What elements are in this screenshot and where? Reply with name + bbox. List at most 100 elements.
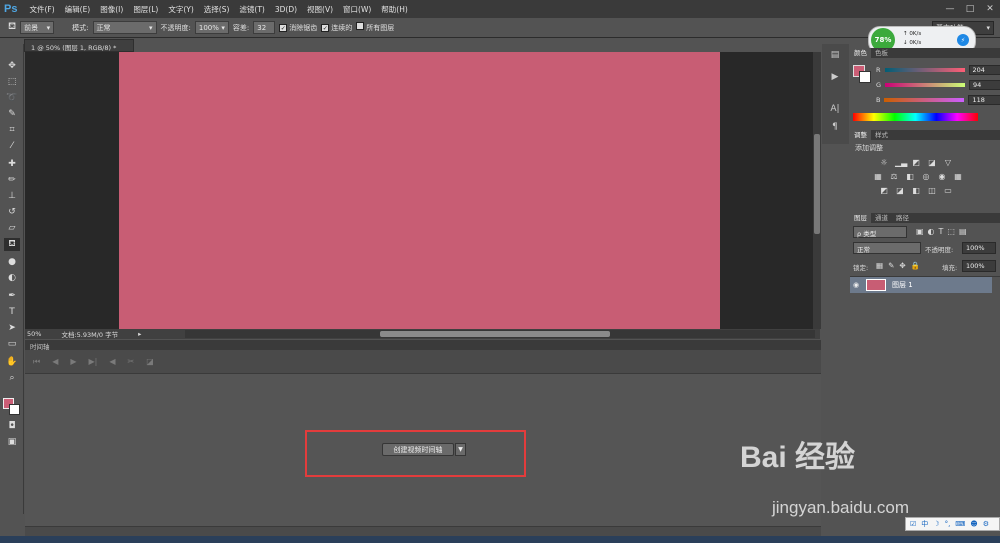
play-icon[interactable]: ▶ <box>70 357 76 366</box>
vertical-scrollbar[interactable] <box>813 52 821 329</box>
hue-saturation-icon[interactable]: ▦ <box>873 172 883 182</box>
tab-layers[interactable]: 图层 <box>850 213 871 223</box>
g-slider[interactable]: G 94 <box>876 80 1000 90</box>
brush-tool-icon[interactable]: ✏ <box>4 174 20 187</box>
marquee-tool-icon[interactable]: ⬚ <box>4 76 20 89</box>
invert-icon[interactable]: ◩ <box>879 186 889 196</box>
document-tab[interactable]: 1 @ 50% (图层 1, RGB/8) * <box>24 39 134 52</box>
curves-icon[interactable]: ◩ <box>911 158 921 168</box>
menu-help[interactable]: 帮助(H) <box>376 4 413 15</box>
threshold-icon[interactable]: ◧ <box>911 186 921 196</box>
tab-adjustments[interactable]: 调整 <box>850 130 871 140</box>
crop-tool-icon[interactable]: ⌗ <box>4 124 20 137</box>
path-select-tool-icon[interactable]: ➤ <box>4 322 20 335</box>
tolerance-input[interactable]: 32 <box>253 21 276 34</box>
layer-name[interactable]: 图层 1 <box>892 280 913 290</box>
layer-kind-filter[interactable]: ρ 类型 <box>853 226 907 238</box>
ime-punct-icon[interactable]: °, <box>945 520 951 528</box>
zoom-level[interactable]: 50% <box>27 330 41 338</box>
exposure-icon[interactable]: ◪ <box>927 158 937 168</box>
selective-color-icon[interactable]: ◫ <box>927 186 937 196</box>
all-layers-checkbox[interactable]: 所有图层 <box>356 22 394 33</box>
layer-opacity-input[interactable]: 100% <box>962 242 996 254</box>
clone-stamp-icon[interactable]: ⊥ <box>4 190 20 203</box>
hand-tool-icon[interactable]: ✋ <box>4 356 20 369</box>
lasso-tool-icon[interactable]: ➰ <box>4 92 20 105</box>
color-balance-icon[interactable]: ⚖ <box>889 172 899 182</box>
visibility-eye-icon[interactable]: ◉ <box>850 281 862 289</box>
g-value[interactable]: 94 <box>969 80 1000 90</box>
photo-filter-icon[interactable]: ◎ <box>921 172 931 182</box>
ime-keyboard-icon[interactable]: ⌨ <box>955 520 965 528</box>
paint-bucket-icon[interactable]: ⛾ <box>8 21 16 34</box>
tab-styles[interactable]: 样式 <box>871 130 892 140</box>
type-tool-icon[interactable]: T <box>4 306 20 319</box>
b-slider[interactable]: B 118 <box>876 95 1000 105</box>
ime-check-icon[interactable]: ☑ <box>910 520 916 528</box>
blend-mode-select[interactable]: 正常 <box>853 242 921 254</box>
menu-filter[interactable]: 滤镜(T) <box>234 4 269 15</box>
history-panel-icon[interactable]: ▤ <box>828 50 842 64</box>
minimize-button[interactable]: — <box>940 0 960 18</box>
color-spectrum[interactable] <box>853 113 978 121</box>
transition-icon[interactable]: ◪ <box>146 357 154 366</box>
maximize-button[interactable]: □ <box>960 0 980 18</box>
menu-file[interactable]: 文件(F) <box>24 4 59 15</box>
tab-paths[interactable]: 路径 <box>892 213 913 223</box>
r-slider[interactable]: R 204 <box>876 65 1000 75</box>
paint-bucket-tool-icon[interactable]: ⛾ <box>4 238 20 251</box>
menu-layer[interactable]: 图层(L) <box>128 4 163 15</box>
gradient-map-icon[interactable]: ▭ <box>943 186 953 196</box>
vibrance-icon[interactable]: ▽ <box>943 158 953 168</box>
history-brush-icon[interactable]: ↺ <box>4 206 20 219</box>
vertical-scroll-thumb[interactable] <box>814 134 820 234</box>
horizontal-scrollbar[interactable] <box>185 330 815 338</box>
horizontal-scroll-thumb[interactable] <box>380 331 610 337</box>
eraser-tool-icon[interactable]: ▱ <box>4 222 20 235</box>
quick-select-tool-icon[interactable]: ✎ <box>4 108 20 121</box>
menu-edit[interactable]: 编辑(E) <box>60 4 96 15</box>
prev-frame-icon[interactable]: ◀ <box>52 357 58 366</box>
black-white-icon[interactable]: ◧ <box>905 172 915 182</box>
tab-channels[interactable]: 通道 <box>871 213 892 223</box>
close-button[interactable]: ✕ <box>980 0 1000 18</box>
shape-tool-icon[interactable]: ▭ <box>4 338 20 351</box>
pen-tool-icon[interactable]: ✒ <box>4 290 20 303</box>
layer-filter-icons[interactable]: ▣◐T⬚▤ <box>916 227 971 236</box>
quick-mask-icon[interactable]: ◘ <box>4 420 20 433</box>
healing-brush-icon[interactable]: ✚ <box>4 158 20 171</box>
screen-mode-icon[interactable]: ▣ <box>4 436 20 449</box>
ime-moon-icon[interactable]: ☽ <box>933 520 939 528</box>
posterize-icon[interactable]: ◪ <box>895 186 905 196</box>
lock-icons[interactable]: ▦✎✥🔒 <box>876 261 925 270</box>
blur-tool-icon[interactable]: ● <box>4 256 20 269</box>
paragraph-panel-icon[interactable]: ¶ <box>828 122 842 136</box>
fill-source-select[interactable]: 前景 ▾ <box>20 21 55 34</box>
status-arrow-icon[interactable]: ▸ <box>138 330 141 338</box>
brightness-icon[interactable]: ☼ <box>879 158 889 168</box>
menu-type[interactable]: 文字(Y) <box>163 4 198 15</box>
character-panel-icon[interactable]: A| <box>828 104 842 118</box>
eyedropper-tool-icon[interactable]: ⁄ <box>4 140 20 153</box>
tab-swatches[interactable]: 色板 <box>871 48 892 58</box>
ime-chinese-label[interactable]: 中 <box>921 519 928 529</box>
actions-panel-icon[interactable]: ▶ <box>828 72 842 86</box>
anti-alias-checkbox[interactable]: ✓ 消除锯齿 <box>279 23 317 33</box>
zoom-tool-icon[interactable]: ⌕ <box>4 372 20 385</box>
menu-select[interactable]: 选择(S) <box>199 4 235 15</box>
document-canvas[interactable] <box>119 52 720 329</box>
menu-window[interactable]: 窗口(W) <box>338 4 376 15</box>
tab-color[interactable]: 颜色 <box>850 48 871 58</box>
ime-user-icon[interactable]: ☻ <box>970 520 977 528</box>
accelerate-icon[interactable]: ⚡ <box>957 34 969 46</box>
menu-image[interactable]: 图像(I) <box>95 4 128 15</box>
mode-select[interactable]: 正常 ▾ <box>92 21 157 34</box>
color-bg-swatch[interactable] <box>859 71 871 83</box>
menu-view[interactable]: 视图(V) <box>302 4 338 15</box>
layer-row[interactable]: ◉ 图层 1 <box>850 277 992 293</box>
opacity-input[interactable]: 100% ▾ <box>194 21 229 34</box>
fill-input[interactable]: 100% <box>962 260 996 272</box>
next-frame-icon[interactable]: ▶| <box>89 357 98 366</box>
dodge-tool-icon[interactable]: ◐ <box>4 272 20 285</box>
background-color-swatch[interactable] <box>9 404 20 415</box>
